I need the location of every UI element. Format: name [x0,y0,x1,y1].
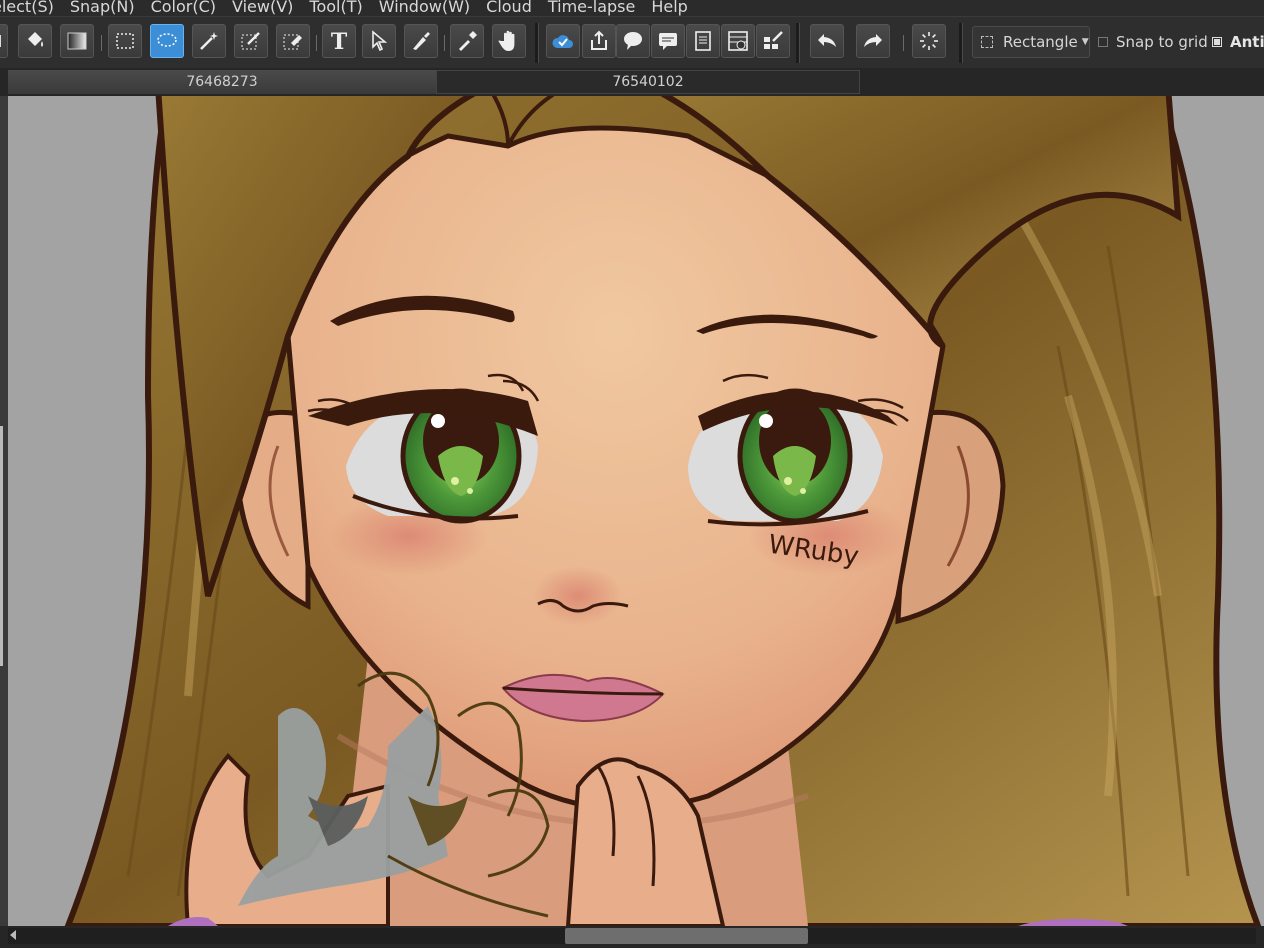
menu-view[interactable]: View(V) [224,0,301,15]
magic-wand-icon[interactable] [192,24,226,58]
tool-partial-icon[interactable] [0,24,8,58]
redo-icon[interactable] [856,24,890,58]
tab-document-1[interactable]: 76468273 [8,70,436,94]
cloud-sync-icon[interactable] [546,24,580,58]
text-tool-icon[interactable]: T [322,24,356,58]
brush-tool-icon[interactable] [404,24,438,58]
rectangle-select-icon [981,36,993,48]
menu-timelapse[interactable]: Time-lapse [540,0,644,15]
artwork: WRuby [64,96,1262,926]
select-pen-icon[interactable] [234,24,268,58]
svg-text:T: T [331,29,348,53]
rect-select-icon[interactable] [108,24,142,58]
antialias-checkbox[interactable]: AntiA [1212,33,1264,51]
document-icon[interactable] [686,24,720,58]
loading-spinner-icon[interactable] [912,24,946,58]
chat-icon[interactable] [651,24,685,58]
left-panel-edge[interactable] [0,96,8,926]
share-icon[interactable] [582,24,616,58]
hand-tool-icon[interactable] [492,24,526,58]
operation-tool-icon[interactable] [362,24,396,58]
menu-help[interactable]: Help [643,0,695,15]
lasso-select-icon[interactable] [150,24,184,58]
scroll-left-icon[interactable] [10,930,16,940]
menu-cloud[interactable]: Cloud [478,0,540,15]
select-eraser-icon[interactable] [276,24,310,58]
snap-to-grid-label: Snap to grid [1116,33,1208,51]
antialias-label: AntiA [1230,33,1264,51]
edit-grid-icon[interactable] [756,24,790,58]
fill-bucket-icon[interactable] [18,24,52,58]
undo-icon[interactable] [810,24,844,58]
horizontal-scrollbar[interactable] [0,926,1264,948]
toolbar: T Rectangle ▼ Snap to grid AntiA [0,16,1264,69]
snap-to-grid-checkbox[interactable]: Snap to grid [1098,33,1208,51]
menu-window[interactable]: Window(W) [371,0,478,15]
checkbox-checked-icon [1212,37,1222,47]
shape-dropdown-label: Rectangle [1003,33,1078,51]
timeline-icon[interactable] [721,24,755,58]
shape-dropdown[interactable]: Rectangle ▼ [972,26,1090,58]
eyedropper-icon[interactable] [450,24,484,58]
menu-snap[interactable]: Snap(N) [62,0,143,15]
tab-document-2[interactable]: 76540102 [436,70,860,94]
drawing-canvas[interactable]: WRuby [8,96,1264,926]
menu-select[interactable]: elect(S) [0,0,62,15]
checkbox-unchecked-icon [1098,37,1108,47]
menu-color[interactable]: Color(C) [143,0,224,15]
scrollbar-thumb[interactable] [565,928,808,944]
comment-bubble-icon[interactable] [616,24,650,58]
document-tabs: 76468273 76540102 [0,68,1264,96]
chevron-down-icon: ▼ [1081,37,1089,47]
gradient-icon[interactable] [60,24,94,58]
menu-tool[interactable]: Tool(T) [301,0,370,15]
menu-bar: elect(S) Snap(N) Color(C) View(V) Tool(T… [0,0,1264,16]
